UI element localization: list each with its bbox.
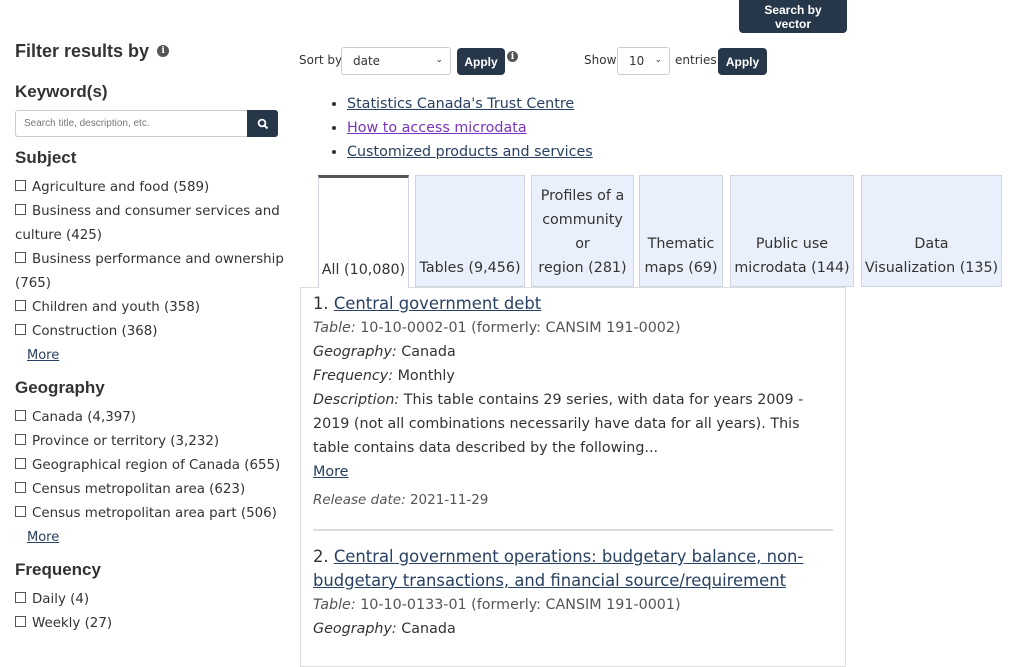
entries-label: entries bbox=[675, 53, 717, 67]
checkbox[interactable] bbox=[15, 410, 26, 421]
checkbox[interactable] bbox=[15, 434, 26, 445]
checkbox[interactable] bbox=[15, 204, 26, 215]
geography-facet-item[interactable]: Province or territory (3,232) bbox=[15, 430, 285, 454]
customized-products-link[interactable]: Customized products and services bbox=[347, 144, 593, 160]
chevron-down-icon: ⌄ bbox=[654, 55, 662, 65]
checkbox[interactable] bbox=[15, 458, 26, 469]
sort-select-value: date bbox=[353, 54, 381, 68]
search-by-vector-button[interactable]: Search by vector bbox=[739, 0, 847, 33]
geography-facet-item[interactable]: Geographical region of Canada (655) bbox=[15, 454, 285, 478]
results-panel: 1. Central government debt Table: 10-10-… bbox=[300, 287, 846, 667]
subject-facet-item[interactable]: Business and consumer services and cultu… bbox=[15, 200, 285, 248]
result-title: 1. Central government debt bbox=[313, 294, 542, 313]
geography-facet-item[interactable]: Census metropolitan area (623) bbox=[15, 478, 285, 502]
filter-heading: Filter results by i bbox=[15, 38, 285, 64]
frequency-facet-item[interactable]: Daily (4) bbox=[15, 588, 285, 612]
link-item: How to access microdata bbox=[347, 116, 593, 140]
tab-profiles[interactable]: Profiles of a community or region (281) bbox=[531, 175, 634, 287]
sort-select[interactable]: date ⌄ bbox=[341, 47, 451, 75]
keyword-search-button[interactable] bbox=[247, 110, 278, 137]
subject-facet-item[interactable]: Business performance and ownership (765) bbox=[15, 248, 285, 296]
tab-thematic-maps[interactable]: Thematic maps (69) bbox=[639, 175, 723, 287]
sort-by-label: Sort by bbox=[299, 53, 343, 67]
keyword-input[interactable]: Search title, description, etc. bbox=[15, 110, 247, 137]
subject-facet-list: Agriculture and food (589) Business and … bbox=[15, 176, 285, 344]
tab-data-visualization[interactable]: Data Visualization (135) bbox=[861, 175, 1002, 287]
geography-facet-item[interactable]: Canada (4,397) bbox=[15, 406, 285, 430]
access-microdata-link[interactable]: How to access microdata bbox=[347, 120, 527, 136]
show-label: Show bbox=[584, 53, 617, 67]
info-icon[interactable]: i bbox=[507, 51, 518, 62]
keyword-heading: Keyword(s) bbox=[15, 82, 108, 101]
link-item: Statistics Canada's Trust Centre bbox=[347, 92, 593, 116]
result-title: 2. Central government operations: budget… bbox=[313, 547, 804, 590]
keyword-search: Search title, description, etc. bbox=[15, 110, 278, 137]
tab-public-use-microdata[interactable]: Public use microdata (144) bbox=[730, 175, 854, 287]
geography-heading: Geography bbox=[15, 378, 105, 397]
result-geography: Geography: Canada bbox=[313, 621, 456, 637]
frequency-heading: Frequency bbox=[15, 560, 101, 579]
trust-centre-link[interactable]: Statistics Canada's Trust Centre bbox=[347, 96, 574, 112]
result-divider bbox=[313, 529, 833, 531]
result-table: Table: 10-10-0002-01 (formerly: CANSIM 1… bbox=[313, 320, 681, 336]
frequency-facet-list: Daily (4) Weekly (27) bbox=[15, 588, 285, 636]
checkbox[interactable] bbox=[15, 616, 26, 627]
entries-select-value: 10 bbox=[629, 54, 645, 68]
result-title-link[interactable]: Central government debt bbox=[334, 294, 541, 313]
sort-apply-button[interactable]: Apply bbox=[457, 48, 505, 75]
checkbox[interactable] bbox=[15, 324, 26, 335]
resource-links: Statistics Canada's Trust Centre How to … bbox=[330, 92, 593, 164]
frequency-facet-item[interactable]: Weekly (27) bbox=[15, 612, 285, 636]
search-icon bbox=[257, 118, 268, 129]
checkbox[interactable] bbox=[15, 592, 26, 603]
result-description: Description: This table contains 29 seri… bbox=[313, 392, 804, 456]
tab-tables[interactable]: Tables (9,456) bbox=[415, 175, 525, 287]
tab-all[interactable]: All (10,080) bbox=[318, 175, 409, 288]
subject-more-link[interactable]: More bbox=[27, 344, 59, 368]
filter-sidebar: Filter results by i Keyword(s) Search ti… bbox=[15, 38, 285, 636]
chevron-down-icon: ⌄ bbox=[435, 55, 443, 65]
checkbox[interactable] bbox=[15, 482, 26, 493]
result-more-link[interactable]: More bbox=[313, 464, 348, 480]
entries-apply-button[interactable]: Apply bbox=[718, 48, 767, 75]
checkbox[interactable] bbox=[15, 506, 26, 517]
geography-facet-item[interactable]: Census metropolitan area part (506) bbox=[15, 502, 285, 526]
result-table: Table: 10-10-0133-01 (formerly: CANSIM 1… bbox=[313, 597, 681, 613]
subject-facet-item[interactable]: Agriculture and food (589) bbox=[15, 176, 285, 200]
entries-select[interactable]: 10 ⌄ bbox=[617, 47, 670, 75]
subject-facet-item[interactable]: Children and youth (358) bbox=[15, 296, 285, 320]
checkbox[interactable] bbox=[15, 252, 26, 263]
subject-facet-item[interactable]: Construction (368) bbox=[15, 320, 285, 344]
info-icon[interactable]: i bbox=[157, 45, 170, 57]
result-item: 2. Central government operations: budget… bbox=[313, 545, 833, 641]
result-geography: Geography: Canada bbox=[313, 344, 456, 360]
link-item: Customized products and services bbox=[347, 140, 593, 164]
geography-more-link[interactable]: More bbox=[27, 526, 59, 550]
result-item: 1. Central government debt Table: 10-10-… bbox=[313, 292, 833, 512]
geography-facet-list: Canada (4,397) Province or territory (3,… bbox=[15, 406, 285, 526]
checkbox[interactable] bbox=[15, 180, 26, 191]
result-release-date: Release date: 2021-11-29 bbox=[313, 492, 489, 508]
checkbox[interactable] bbox=[15, 300, 26, 311]
filter-title: Filter results by bbox=[15, 40, 150, 61]
subject-heading: Subject bbox=[15, 148, 77, 167]
result-frequency: Frequency: Monthly bbox=[313, 368, 455, 384]
result-title-link[interactable]: Central government operations: budgetary… bbox=[313, 547, 803, 590]
